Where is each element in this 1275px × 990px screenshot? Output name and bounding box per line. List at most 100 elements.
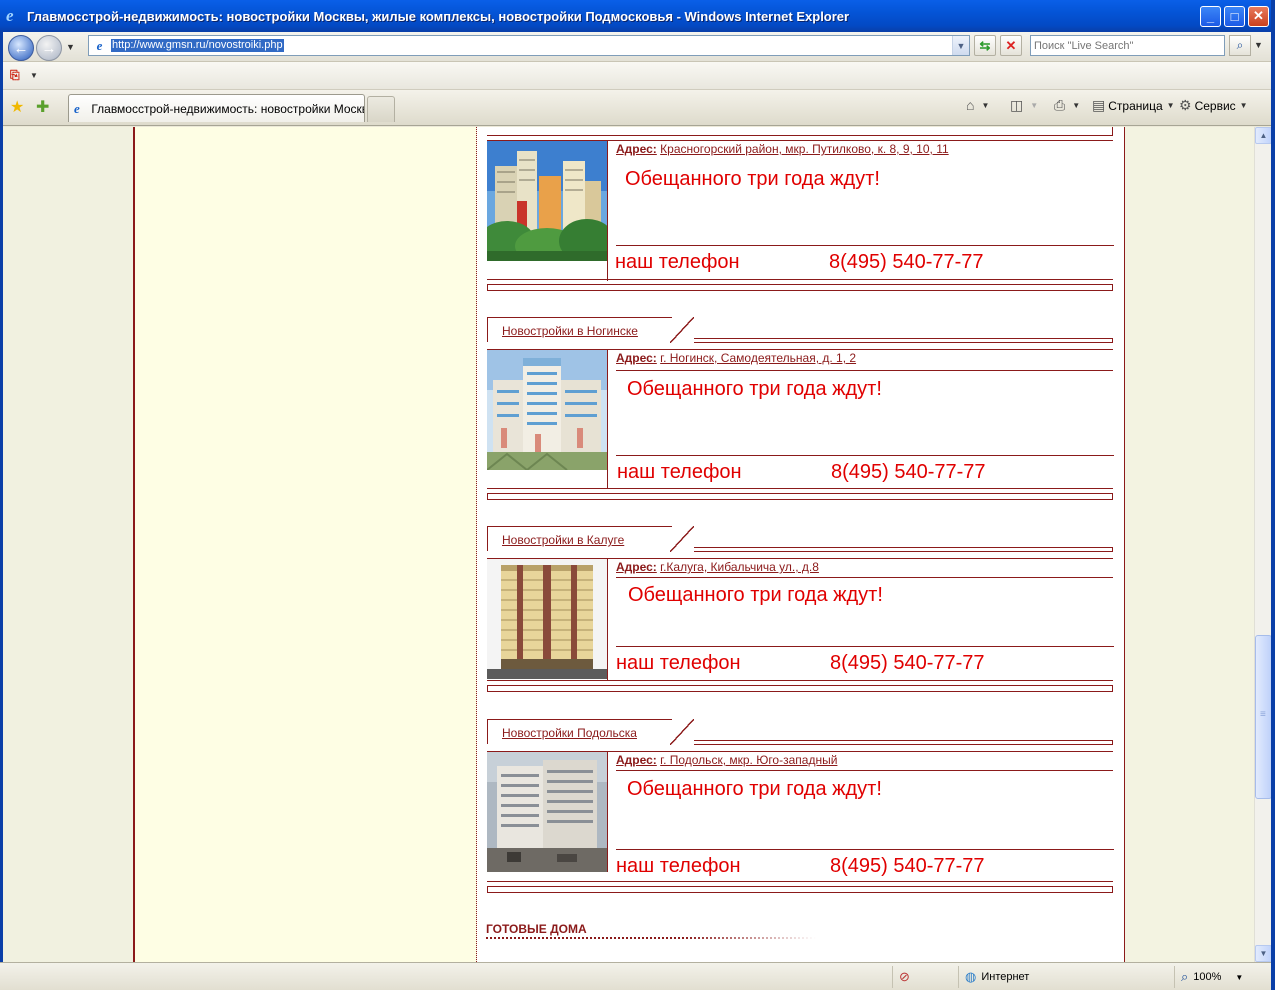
listing-photo-divider	[607, 141, 608, 281]
refresh-button[interactable]: ⇆	[974, 35, 996, 56]
print-button[interactable]: ⎙ ▼	[1054, 97, 1080, 114]
home-dropdown-icon[interactable]: ▼	[981, 101, 989, 110]
listing-footer-line	[487, 488, 1113, 489]
listing-footer-line	[487, 279, 1113, 280]
forward-button[interactable]: →	[36, 35, 62, 61]
scroll-up-button[interactable]: ▲	[1255, 127, 1272, 144]
listing-slogan: Обещанного три года ждут!	[625, 168, 880, 190]
tab-page-icon: e	[74, 100, 80, 116]
printer-icon: ⎙	[1054, 97, 1066, 113]
listing-address[interactable]: Адрес: г.Калуга, Кибальчича ул., д.8	[616, 560, 819, 574]
ready-homes-dotted-rule	[486, 937, 816, 939]
back-button[interactable]: ←	[8, 35, 34, 61]
phone-rule	[616, 455, 1114, 456]
feeds-dropdown-icon[interactable]: ▼	[1030, 101, 1038, 110]
listing-footer-box	[487, 685, 1113, 692]
scrollbar-thumb[interactable]	[1255, 635, 1272, 799]
listing-address[interactable]: Адрес: г. Ногинск, Самодеятельная, д. 1,…	[616, 351, 856, 365]
feeds-button[interactable]: ◫ ▼	[1010, 97, 1038, 114]
zoom-dropdown-icon[interactable]: ▼	[1235, 973, 1243, 982]
vertical-scrollbar[interactable]: ▲ ▼	[1254, 127, 1272, 962]
url-text[interactable]: http://www.gmsn.ru/novostroiki.php	[111, 39, 284, 52]
search-box[interactable]	[1030, 35, 1225, 56]
phone-number: 8(495) 540-77-77	[830, 855, 985, 877]
listing-photo[interactable]	[487, 350, 607, 470]
address-value[interactable]: г. Ногинск, Самодеятельная, д. 1, 2	[660, 351, 856, 365]
address-dropdown-icon[interactable]: ▼	[952, 36, 969, 55]
globe-icon: ◍	[965, 969, 977, 984]
refresh-icon: ⇆	[979, 37, 991, 53]
listing-photo[interactable]	[487, 141, 607, 261]
scroll-down-button[interactable]: ▼	[1255, 945, 1272, 962]
page-menu-button[interactable]: ▤ Страница ▼	[1092, 97, 1175, 114]
phone-rule	[616, 849, 1114, 850]
pdf-dropdown-icon[interactable]: ▼	[30, 71, 38, 80]
privacy-status[interactable]: ⊘	[892, 966, 954, 988]
zoom-control[interactable]: ⌕ 100% ▼	[1174, 966, 1254, 988]
phone-number: 8(495) 540-77-77	[831, 461, 986, 483]
listing-header-tab[interactable]: Новостройки в Калуге	[487, 526, 694, 552]
listing-slogan: Обещанного три года ждут!	[628, 584, 883, 606]
tab-label: Главмосстрой-недвижимость: новостройки М…	[91, 101, 364, 116]
building-photo-podolsk-icon	[487, 752, 607, 872]
search-icon: ⌕	[1236, 38, 1244, 52]
pdf-icon[interactable]: ⎘	[10, 68, 26, 84]
maximize-button[interactable]: □	[1224, 5, 1245, 27]
address-label: Адрес:	[616, 142, 657, 156]
listing-footer-box	[487, 284, 1113, 291]
home-button[interactable]: ⌂ ▼	[966, 97, 989, 113]
page-menu-dropdown-icon[interactable]: ▼	[1167, 101, 1175, 110]
listing-photo[interactable]	[487, 752, 607, 872]
building-photo-noginsk-icon	[487, 350, 607, 470]
page-viewport: Адрес: Красногорский район, мкр. Путилко…	[0, 127, 1254, 962]
address-value[interactable]: г. Подольск, мкр. Юго-западный	[660, 753, 837, 767]
left-margin	[0, 127, 133, 962]
listing-header-line	[694, 740, 1113, 745]
add-favorites-icon[interactable]: ✚	[36, 97, 49, 117]
listing-footer-line	[487, 881, 1113, 882]
print-dropdown-icon[interactable]: ▼	[1072, 101, 1080, 110]
listing-photo-divider	[607, 350, 608, 489]
search-input[interactable]	[1031, 36, 1224, 55]
gear-icon: ⚙	[1179, 97, 1192, 113]
building-photo-kaluga-icon	[487, 559, 607, 679]
main-content: Адрес: Красногорский район, мкр. Путилко…	[477, 127, 1124, 962]
address-value[interactable]: г.Калуга, Кибальчича ул., д.8	[660, 560, 819, 574]
listing-header-tab[interactable]: Новостройки Подольска	[487, 719, 694, 745]
window-frame-right	[1271, 0, 1275, 990]
tools-menu-button[interactable]: ⚙ Сервис ▼	[1179, 97, 1248, 114]
close-window-button[interactable]: ✕	[1248, 5, 1269, 27]
page-menu-label: Страница	[1108, 98, 1163, 113]
window-title: Главмосстрой-недвижимость: новостройки М…	[27, 8, 850, 24]
listing-header-link[interactable]: Новостройки в Ногинске	[502, 324, 638, 338]
listing-header-line	[487, 127, 1113, 136]
tab-bar: ★ ✚ e Главмосстрой-недвижимость: новостр…	[0, 90, 1275, 126]
search-button[interactable]: ⌕	[1229, 35, 1251, 56]
minimize-button[interactable]: _	[1200, 5, 1221, 27]
recent-pages-dropdown[interactable]: ▼	[66, 42, 75, 52]
phone-label: наш телефон	[616, 855, 741, 877]
address-label: Адрес:	[616, 560, 657, 574]
listing-footer-line	[487, 680, 1113, 681]
new-tab-button[interactable]	[367, 96, 395, 122]
listing-address[interactable]: Адрес: Красногорский район, мкр. Путилко…	[616, 142, 949, 156]
links-toolbar: ⎘ ▼	[0, 62, 1275, 90]
listing-photo[interactable]	[487, 559, 607, 679]
listing-address[interactable]: Адрес: г. Подольск, мкр. Юго-западный	[616, 753, 837, 767]
tools-menu-dropdown-icon[interactable]: ▼	[1240, 101, 1248, 110]
status-bar: ⊘ ◍ Интернет ⌕ 100% ▼	[0, 962, 1271, 990]
listing-header-link[interactable]: Новостройки Подольска	[502, 726, 637, 740]
favorites-star-icon[interactable]: ★	[10, 97, 24, 117]
listing-header-link[interactable]: Новостройки в Калуге	[502, 533, 624, 547]
security-zone[interactable]: ◍ Интернет	[958, 966, 1170, 988]
listing-footer-box	[487, 886, 1113, 893]
address-bar[interactable]: e http://www.gmsn.ru/novostroiki.php ▼	[88, 35, 970, 56]
browser-tab[interactable]: e Главмосстрой-недвижимость: новостройки…	[68, 94, 365, 122]
listing-header-tab[interactable]: Новостройки в Ногинске	[487, 317, 694, 343]
search-options-dropdown[interactable]: ▼	[1254, 40, 1263, 50]
address-value[interactable]: Красногорский район, мкр. Путилково, к. …	[660, 142, 949, 156]
stop-button[interactable]: ✕	[1000, 35, 1022, 56]
stop-icon: ✕	[1005, 37, 1017, 53]
phone-label: наш телефон	[616, 652, 741, 674]
page-icon: e	[96, 38, 103, 53]
